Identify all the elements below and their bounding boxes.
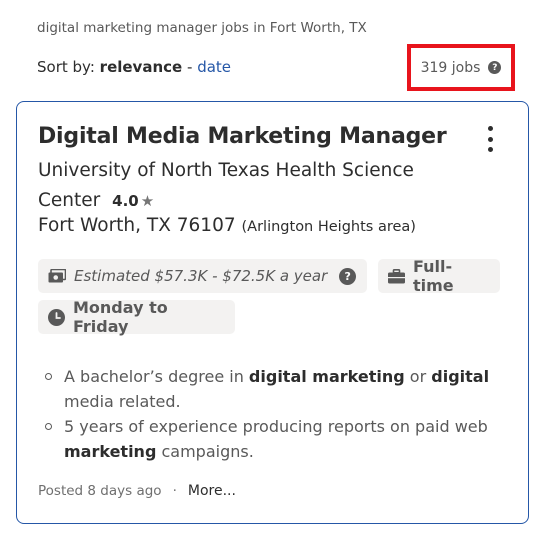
sort-separator: - [186, 58, 193, 76]
location-area: (Arlington Heights area) [241, 219, 416, 235]
footer-dot: · [172, 483, 177, 499]
list-item: 5 years of experience producing reports … [45, 414, 505, 464]
company-block: University of North Texas Health Science… [38, 156, 438, 216]
job-count-highlight: 319 jobs ? [407, 44, 515, 91]
sort-bar: Sort by: relevance - date [37, 58, 231, 76]
company-rating: 4.0 [112, 192, 139, 210]
job-card-footer: Posted 8 days ago · More... [38, 483, 236, 499]
job-location: Fort Worth, TX 76107 (Arlington Heights … [38, 215, 416, 236]
question-circle-icon[interactable]: ? [488, 61, 502, 74]
star-icon: ★ [140, 192, 155, 210]
question-circle-icon[interactable]: ? [339, 267, 357, 285]
clock-icon [48, 308, 65, 326]
salary-text: Estimated $57.3K - $72.5K a year [74, 267, 328, 285]
company-name[interactable]: University of North Texas Health Science… [38, 160, 414, 211]
posted-date: Posted 8 days ago [38, 483, 162, 499]
more-link[interactable]: More... [188, 483, 236, 499]
job-count: 319 jobs [420, 59, 481, 76]
schedule-chip: Monday to Friday [38, 298, 235, 336]
job-type-chip: Full-time [378, 257, 500, 295]
job-title[interactable]: Digital Media Marketing Manager [38, 124, 447, 149]
vertical-ellipsis-icon[interactable] [485, 126, 495, 152]
money-bill-icon [48, 269, 66, 283]
list-item: A bachelor’s degree in digital marketing… [45, 364, 505, 414]
briefcase-icon [388, 268, 405, 284]
sort-relevance[interactable]: relevance [100, 58, 183, 76]
search-query-summary: digital marketing manager jobs in Fort W… [37, 20, 367, 36]
sort-label: Sort by: [37, 58, 95, 76]
job-card[interactable]: Digital Media Marketing Manager Universi… [16, 101, 529, 524]
sort-date-link[interactable]: date [197, 58, 231, 76]
job-type-text: Full-time [413, 257, 454, 295]
schedule-text: Monday to Friday [73, 298, 168, 336]
location-text: Fort Worth, TX 76107 [38, 215, 236, 236]
job-snippet-list: A bachelor’s degree in digital marketing… [45, 364, 505, 464]
salary-chip: Estimated $57.3K - $72.5K a year ? [38, 259, 367, 293]
